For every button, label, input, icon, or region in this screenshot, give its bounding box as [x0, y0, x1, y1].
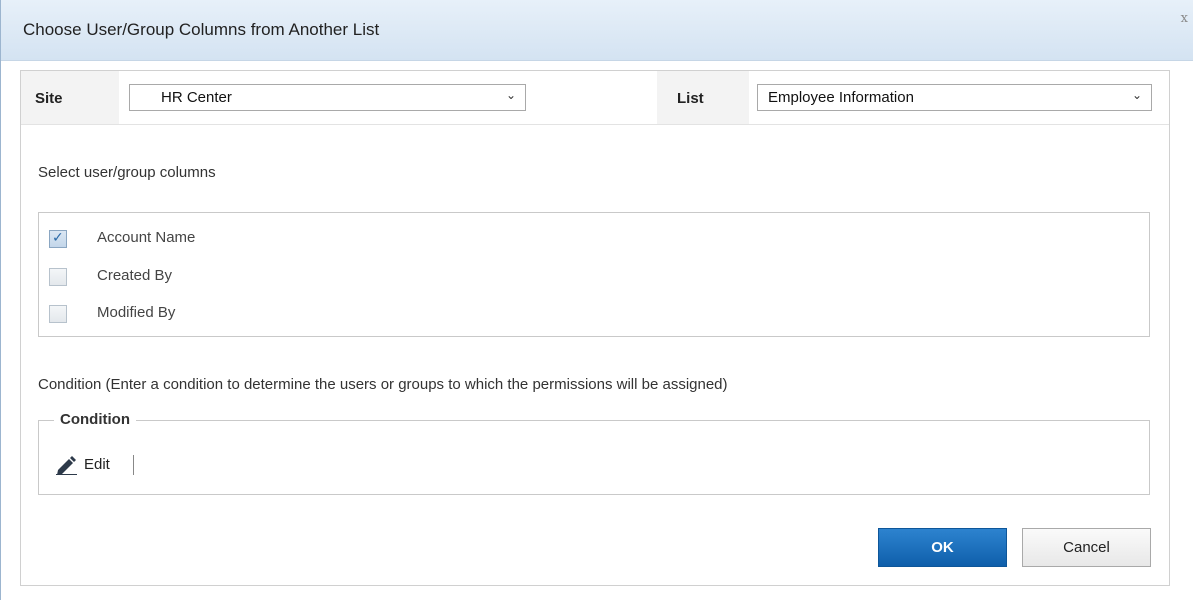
- site-select[interactable]: HR Center ⌄: [129, 84, 526, 111]
- dialog-panel: Site HR Center ⌄ List Employee Informati…: [20, 70, 1170, 586]
- list-select-value: Employee Information: [768, 89, 914, 106]
- columns-heading: Select user/group columns: [38, 164, 216, 181]
- columns-list: ✓ Account Name Created By Modified By: [38, 212, 1150, 337]
- chevron-down-icon: ⌄: [1131, 88, 1142, 102]
- column-item-modified-by[interactable]: Modified By: [49, 303, 349, 325]
- checkbox-modified-by[interactable]: [49, 305, 67, 323]
- column-item-label: Created By: [97, 267, 173, 284]
- list-select[interactable]: Employee Information ⌄: [757, 84, 1152, 111]
- dialog-titlebar: Choose User/Group Columns from Another L…: [1, 0, 1193, 61]
- site-label-cell: Site: [21, 71, 119, 124]
- condition-group: Condition Edit: [38, 411, 1150, 495]
- pencil-icon: [56, 456, 77, 475]
- chevron-down-icon: ⌄: [505, 88, 516, 102]
- cancel-button[interactable]: Cancel: [1022, 528, 1151, 567]
- condition-legend: Condition: [54, 411, 136, 428]
- site-label: Site: [35, 90, 63, 107]
- checkbox-created-by[interactable]: [49, 268, 67, 286]
- site-select-value: HR Center: [161, 89, 232, 106]
- column-item-account-name[interactable]: ✓ Account Name: [49, 228, 349, 250]
- column-item-label: Account Name: [97, 229, 196, 246]
- condition-description: Condition (Enter a condition to determin…: [38, 376, 728, 393]
- column-item-label: Modified By: [97, 304, 176, 321]
- column-item-created-by[interactable]: Created By: [49, 266, 349, 288]
- list-label: List: [677, 90, 704, 107]
- close-icon[interactable]: x: [1181, 11, 1188, 26]
- dialog-title: Choose User/Group Columns from Another L…: [23, 20, 380, 39]
- list-label-cell: List: [657, 71, 749, 124]
- edit-label: Edit: [84, 456, 110, 473]
- ok-button[interactable]: OK: [878, 528, 1007, 567]
- checkbox-account-name[interactable]: ✓: [49, 229, 67, 248]
- cancel-button-label: Cancel: [1063, 539, 1110, 556]
- toolbar-divider: [133, 455, 134, 475]
- ok-button-label: OK: [931, 539, 954, 556]
- checkmark-icon: ✓: [52, 229, 64, 245]
- edit-condition-button[interactable]: Edit: [55, 454, 123, 476]
- dialog: Choose User/Group Columns from Another L…: [0, 0, 1193, 600]
- site-list-row: Site HR Center ⌄ List Employee Informati…: [21, 71, 1169, 125]
